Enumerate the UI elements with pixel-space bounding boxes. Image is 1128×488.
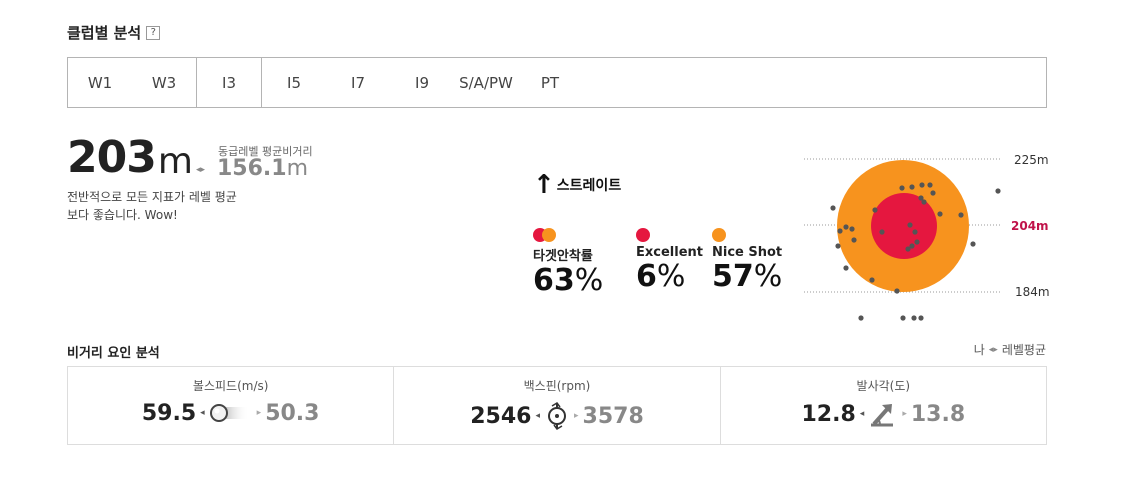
stat-value: 6%: [636, 262, 703, 292]
red-dot-icon: [636, 228, 650, 242]
backspin-icon: [547, 402, 566, 430]
factor-level-value: 3578: [582, 403, 644, 429]
stat-value: 63%: [533, 266, 603, 296]
shot-dispersion-target: 225m 204m 184m: [804, 153, 1050, 321]
factor-mine-value: 2546: [470, 403, 532, 429]
target-rate-dots: [533, 228, 603, 244]
factor-label: 볼스피드(m/s): [192, 379, 269, 393]
launch-angle-icon: [871, 404, 894, 427]
factor-launch-angle: 발사각(도) 12.8 ◂ ▸ 13.8: [721, 367, 1046, 444]
tab-s-a-pw[interactable]: S/A/PW: [454, 58, 518, 107]
left-triangle-icon: ◂: [859, 409, 865, 419]
legend-level: 레벨평균: [1001, 343, 1046, 357]
stat-unit: %: [656, 259, 686, 294]
section-title: 클럽별 분석 ?: [67, 22, 161, 43]
distance-description-line2: 보다 좋습니다. Wow!: [67, 208, 178, 222]
factors-legend: 나 ◂▸ 레벨평균: [974, 341, 1046, 358]
orange-dot-icon: [542, 228, 556, 242]
target-bottom-label: 184m: [1015, 285, 1050, 299]
tab-i5[interactable]: I5: [262, 58, 326, 107]
my-distance: 203 m: [67, 136, 193, 180]
target-mid-label: 204m: [1011, 219, 1049, 233]
left-triangle-icon: ◂: [535, 411, 540, 421]
factor-mine-value: 12.8: [801, 401, 856, 427]
stat-number: 6: [636, 259, 657, 294]
tab-w1[interactable]: W1: [68, 58, 132, 107]
factors-title: 비거리 요인 분석: [67, 346, 160, 361]
distance-description: 전반적으로 모든 지표가 레벨 평균 보다 좋습니다. Wow!: [67, 188, 297, 224]
stat-label: Excellent: [636, 245, 703, 260]
left-triangle-icon: ◂: [200, 408, 205, 418]
stat-excellent: Excellent 6%: [636, 228, 703, 292]
tab-pt[interactable]: PT: [518, 58, 582, 107]
compare-triangle-icon: ◂▸: [196, 165, 206, 175]
tab-i3[interactable]: I3: [196, 57, 262, 107]
club-tabs: W1 W3 I3 I5 I7 I9 S/A/PW PT: [67, 57, 1047, 108]
stat-number: 63: [533, 263, 575, 298]
direction-label: 스트레이트: [556, 178, 622, 194]
factor-level-value: 13.8: [910, 401, 966, 427]
factor-label: 백스핀(rpm): [523, 379, 591, 393]
level-distance-unit: m: [286, 156, 309, 181]
tab-i9[interactable]: I9: [390, 58, 454, 107]
arrow-up-icon: ↑: [533, 170, 555, 200]
right-triangle-icon: ▸: [573, 411, 579, 421]
distance-factors: 볼스피드(m/s) 59.5 ◂ ▸ 50.3 백스핀(rpm) 2546 ◂: [67, 366, 1047, 445]
distance-description-line1: 전반적으로 모든 지표가 레벨 평균: [67, 190, 237, 204]
section-title-text: 클럽별 분석: [67, 24, 142, 42]
my-distance-value: 203: [67, 132, 157, 183]
ball-speed-icon: [209, 404, 249, 422]
stat-number: 57: [712, 259, 754, 294]
direction-indicator: ↑ 스트레이트: [533, 172, 621, 198]
excellent-zone: [871, 193, 937, 259]
compare-triangle-icon: ◂▸: [988, 344, 998, 355]
factor-level-value: 50.3: [265, 400, 320, 426]
stat-label: 타겟안착률: [533, 249, 593, 264]
stat-value: 57%: [712, 262, 782, 292]
level-distance: 156.1m: [217, 156, 308, 181]
my-distance-unit: m: [157, 141, 193, 182]
tab-w3[interactable]: W3: [132, 58, 196, 107]
right-triangle-icon: ▸: [902, 409, 907, 419]
factor-label: 발사각(도): [856, 379, 911, 393]
orange-dot-icon: [712, 228, 726, 242]
stat-unit: %: [574, 263, 604, 298]
help-icon[interactable]: ?: [146, 25, 161, 40]
factor-mine-value: 59.5: [141, 400, 197, 426]
target-top-label: 225m: [1014, 153, 1049, 167]
stat-target-rate: 타겟안착률 63%: [533, 228, 603, 296]
stat-nice-shot: Nice Shot 57%: [712, 228, 782, 292]
tab-i7[interactable]: I7: [326, 58, 390, 107]
factor-ball-speed: 볼스피드(m/s) 59.5 ◂ ▸ 50.3: [68, 367, 395, 444]
factor-backspin: 백스핀(rpm) 2546 ◂ ▸ 3578: [394, 367, 721, 444]
legend-me: 나: [973, 343, 985, 357]
right-triangle-icon: ▸: [256, 408, 262, 418]
stat-unit: %: [753, 259, 783, 294]
level-distance-value: 156.1: [217, 156, 287, 181]
stat-label: Nice Shot: [712, 245, 783, 260]
